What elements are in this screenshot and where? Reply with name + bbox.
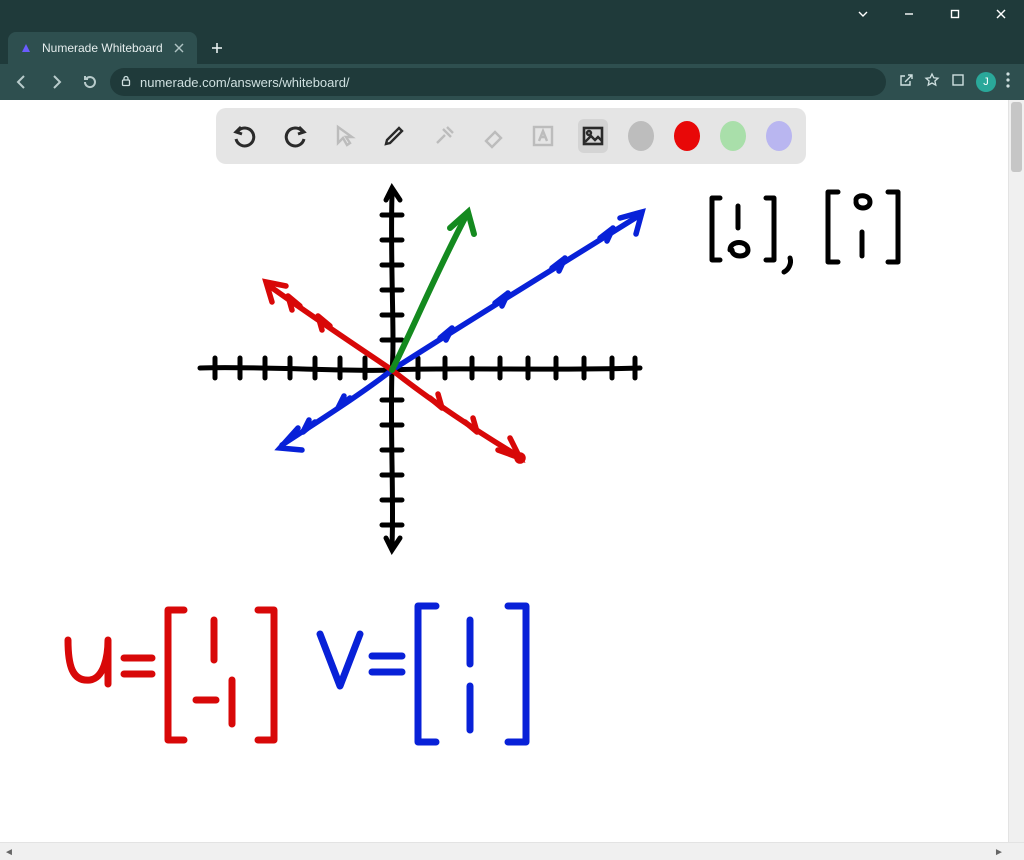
tab-numerade-whiteboard[interactable]: Numerade Whiteboard: [8, 32, 197, 64]
hscroll-right-arrow-icon[interactable]: ►: [990, 843, 1008, 860]
tab-favicon-icon: [18, 40, 34, 56]
lock-icon: [120, 75, 132, 90]
tab-close-icon[interactable]: [171, 40, 187, 56]
scrollbar-corner: [1008, 843, 1024, 860]
bookmark-icon[interactable]: [924, 72, 940, 93]
horizontal-scrollbar[interactable]: ◄ ►: [0, 842, 1024, 860]
reload-button[interactable]: [76, 68, 104, 96]
tab-strip: Numerade Whiteboard: [0, 28, 1024, 64]
vertical-scrollbar[interactable]: [1008, 100, 1024, 842]
vertical-scrollbar-thumb[interactable]: [1011, 102, 1022, 172]
share-icon[interactable]: [898, 72, 914, 93]
window-minimize-button[interactable]: [886, 0, 932, 28]
hscroll-left-arrow-icon[interactable]: ◄: [0, 843, 18, 860]
page-content: [0, 100, 1024, 842]
extensions-icon[interactable]: [950, 72, 966, 93]
url-text: numerade.com/answers/whiteboard/: [140, 75, 350, 90]
new-tab-button[interactable]: [203, 34, 231, 62]
window-titlebar: [0, 0, 1024, 28]
window-maximize-button[interactable]: [932, 0, 978, 28]
kebab-menu-icon[interactable]: [1006, 72, 1010, 93]
window-close-button[interactable]: [978, 0, 1024, 28]
back-button[interactable]: [8, 68, 36, 96]
whiteboard-canvas[interactable]: [0, 100, 1008, 842]
window-dropdown-icon[interactable]: [840, 0, 886, 28]
forward-button[interactable]: [42, 68, 70, 96]
url-box[interactable]: numerade.com/answers/whiteboard/: [110, 68, 886, 96]
address-bar: numerade.com/answers/whiteboard/ J: [0, 64, 1024, 100]
profile-avatar[interactable]: J: [976, 72, 996, 92]
browser-right-icons: J: [892, 72, 1016, 93]
tab-title: Numerade Whiteboard: [42, 41, 163, 55]
avatar-initial: J: [983, 76, 989, 88]
